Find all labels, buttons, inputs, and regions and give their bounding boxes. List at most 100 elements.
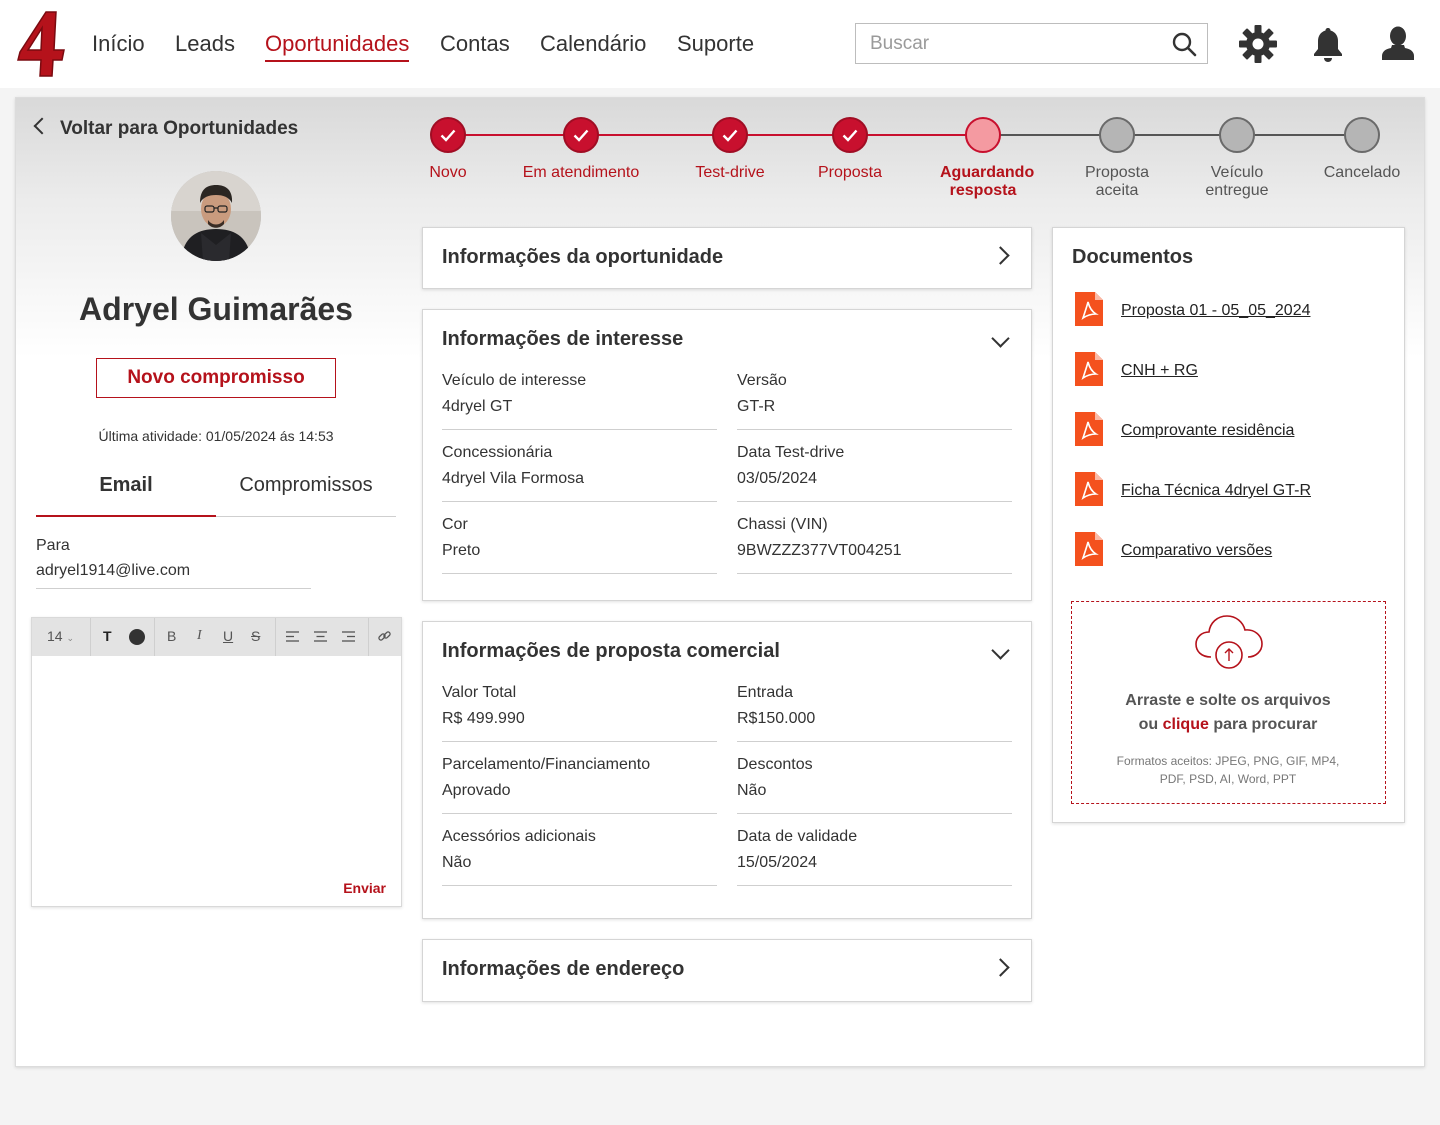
field-valor-total[interactable]: Valor Total R$ 499.990: [442, 684, 717, 742]
step-proposta-aceita[interactable]: [1099, 117, 1135, 153]
gear-icon[interactable]: [1238, 24, 1278, 64]
field-versao[interactable]: Versão GT-R: [737, 372, 1012, 430]
step-em-atendimento[interactable]: [563, 117, 599, 153]
file-dropzone[interactable]: Arraste e solte os arquivos ou clique pa…: [1071, 601, 1386, 804]
document-item[interactable]: CNH + RG: [1075, 352, 1375, 388]
link-icon[interactable]: [378, 630, 391, 643]
send-button[interactable]: Enviar: [343, 880, 386, 896]
nav-contas[interactable]: Contas: [440, 30, 510, 58]
address-info-panel[interactable]: Informações de endereço: [422, 939, 1032, 1002]
field-descontos[interactable]: Descontos Não: [737, 756, 1012, 814]
document-item[interactable]: Proposta 01 - 05_05_2024: [1075, 292, 1375, 328]
step-label: Veículo entregue: [1205, 164, 1269, 199]
pdf-file-icon: [1075, 292, 1103, 326]
document-item[interactable]: Comprovante residência: [1075, 412, 1375, 448]
email-editor: 14 ⌄ T B I U S Enviar: [31, 617, 402, 907]
check-icon: [573, 129, 589, 142]
opportunity-info-panel[interactable]: Informações da oportunidade: [422, 227, 1032, 289]
last-activity-text: Última atividade: 01/05/2024 ás 14:53: [98, 428, 334, 444]
field-veiculo-interesse[interactable]: Veículo de interesse 4dryel GT: [442, 372, 717, 430]
align-left-icon[interactable]: [286, 631, 299, 642]
align-right-icon[interactable]: [342, 631, 355, 642]
panel-title: Informações de endereço: [442, 958, 685, 980]
new-commitment-button[interactable]: Novo compromisso: [96, 358, 336, 398]
chevron-right-icon: [991, 246, 1010, 265]
step-proposta[interactable]: [832, 117, 868, 153]
step-label: Em atendimento: [522, 164, 640, 181]
document-name: CNH + RG: [1121, 362, 1198, 379]
opportunity-detail-card: Voltar para Oportunidades Adryel Guimarã…: [15, 97, 1425, 1067]
pdf-file-icon: [1075, 472, 1103, 506]
field-acessorios[interactable]: Acessórios adicionais Não: [442, 828, 717, 886]
check-icon: [440, 129, 456, 142]
back-link[interactable]: Voltar para Oportunidades: [33, 117, 299, 140]
text-color-icon[interactable]: T: [103, 628, 112, 644]
documents-panel: Documentos Proposta 01 - 05_05_2024 CNH …: [1052, 227, 1405, 823]
document-name: Comprovante residência: [1121, 422, 1295, 439]
step-cancelado[interactable]: [1344, 117, 1380, 153]
tab-compromissos[interactable]: Compromissos: [216, 474, 396, 517]
field-concessionaria[interactable]: Concessionária 4dryel Vila Formosa: [442, 444, 717, 502]
pdf-file-icon: [1075, 412, 1103, 446]
step-label: Cancelado: [1323, 164, 1401, 181]
search-input[interactable]: [870, 32, 1160, 56]
align-center-icon[interactable]: [314, 631, 327, 642]
tab-email[interactable]: Email: [36, 474, 216, 517]
strikethrough-icon[interactable]: S: [251, 628, 260, 644]
panel-title: Informações de proposta comercial: [442, 640, 780, 662]
step-novo[interactable]: [430, 117, 466, 153]
document-item[interactable]: Ficha Técnica 4dryel GT-R: [1075, 472, 1375, 508]
user-profile-icon[interactable]: [1378, 24, 1418, 64]
step-label: Proposta aceita: [1084, 164, 1150, 199]
to-field[interactable]: adryel1914@live.com: [36, 562, 311, 589]
chevron-down-icon: ⌄: [66, 633, 75, 643]
documents-title: Documentos: [1072, 246, 1194, 268]
editor-toolbar: 14 ⌄ T B I U S: [32, 618, 401, 656]
chevron-down-icon[interactable]: [991, 641, 1010, 660]
panel-title: Informações de interesse: [442, 328, 684, 350]
step-label: Test-drive: [695, 164, 765, 181]
lead-photo: [171, 171, 261, 261]
search-icon[interactable]: [1171, 31, 1197, 57]
accepted-formats-text: Formatos aceitos: JPEG, PNG, GIF, MP4, P…: [1116, 754, 1340, 786]
bold-icon[interactable]: B: [167, 628, 176, 644]
step-test-drive[interactable]: [712, 117, 748, 153]
pdf-file-icon: [1075, 352, 1103, 386]
brand-logo[interactable]: [16, 10, 66, 78]
step-veiculo-entregue[interactable]: [1219, 117, 1255, 153]
field-cor[interactable]: Cor Preto: [442, 516, 717, 574]
panel-title: Informações da oportunidade: [442, 246, 724, 268]
browse-files-link[interactable]: clique: [1163, 716, 1209, 733]
step-aguardando-resposta[interactable]: [965, 117, 1001, 153]
field-entrada[interactable]: Entrada R$150.000: [737, 684, 1012, 742]
nav-oportunidades[interactable]: Oportunidades: [265, 30, 410, 62]
interest-info-panel: Informações de interesse Veículo de inte…: [422, 309, 1032, 601]
font-size-select[interactable]: 14 ⌄: [47, 628, 74, 644]
step-label: Novo: [429, 164, 467, 181]
field-data-validade[interactable]: Data de validade 15/05/2024: [737, 828, 1012, 886]
nav-suporte[interactable]: Suporte: [677, 30, 754, 58]
document-name: Comparativo versões: [1121, 542, 1273, 559]
back-label: Voltar para Oportunidades: [60, 118, 299, 139]
underline-icon[interactable]: U: [223, 628, 233, 644]
document-item[interactable]: Comparativo versões: [1075, 532, 1375, 568]
bell-icon[interactable]: [1308, 24, 1348, 64]
italic-icon[interactable]: I: [197, 628, 202, 644]
chevron-down-icon[interactable]: [991, 329, 1010, 348]
nav-leads[interactable]: Leads: [175, 30, 235, 58]
dropzone-text: Arraste e solte os arquivos ou clique pa…: [1125, 692, 1331, 733]
check-icon: [722, 129, 738, 142]
color-picker-icon[interactable]: [129, 629, 145, 645]
field-data-test-drive[interactable]: Data Test-drive 03/05/2024: [737, 444, 1012, 502]
nav-calendario[interactable]: Calendário: [540, 30, 646, 58]
field-parcelamento[interactable]: Parcelamento/Financiamento Aprovado: [442, 756, 717, 814]
chevron-left-icon: [33, 117, 51, 135]
document-name: Proposta 01 - 05_05_2024: [1121, 302, 1311, 319]
chevron-right-icon: [991, 958, 1010, 977]
nav-inicio[interactable]: Início: [92, 30, 145, 58]
check-icon: [842, 129, 858, 142]
step-label: Aguardando resposta: [940, 164, 1035, 199]
lead-name: Adryel Guimarães: [79, 291, 353, 327]
field-chassi[interactable]: Chassi (VIN) 9BWZZZ377VT004251: [737, 516, 1012, 574]
sidebar-tabs: Email Compromissos: [36, 460, 396, 517]
